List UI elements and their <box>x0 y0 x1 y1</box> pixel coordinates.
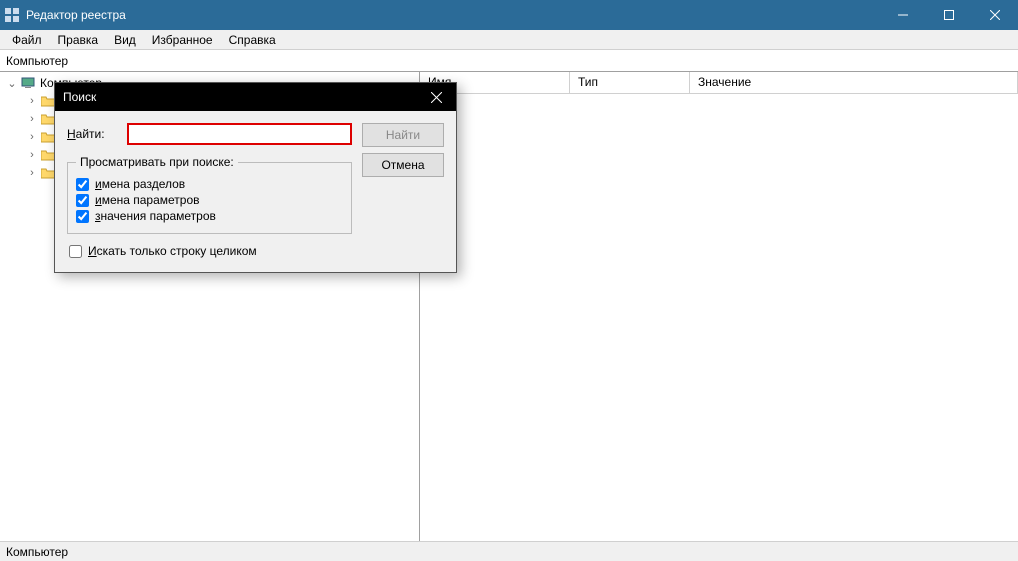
dialog-close-button[interactable] <box>416 83 456 111</box>
chk-whole-string[interactable] <box>69 245 82 258</box>
status-bar: Компьютер <box>0 541 1018 561</box>
regedit-app-icon <box>4 7 20 23</box>
chevron-right-icon[interactable]: › <box>26 113 38 125</box>
chevron-right-icon[interactable]: › <box>26 167 38 179</box>
find-next-button[interactable]: Найти далее <box>362 123 444 147</box>
window-title: Редактор реестра <box>26 8 880 22</box>
close-button[interactable] <box>972 0 1018 30</box>
chevron-down-icon[interactable]: ⌄ <box>6 77 18 90</box>
lookat-legend: Просматривать при поиске: <box>76 155 238 169</box>
chevron-right-icon[interactable]: › <box>26 95 38 107</box>
list-header: Имя Тип Значение <box>420 72 1018 94</box>
chk-whole-label: Искать только строку целиком <box>88 244 257 258</box>
address-bar[interactable]: Компьютер <box>0 50 1018 72</box>
find-label: Найти: <box>67 127 127 141</box>
chevron-right-icon[interactable]: › <box>26 149 38 161</box>
cancel-button[interactable]: Отмена <box>362 153 444 177</box>
minimize-button[interactable] <box>880 0 926 30</box>
dialog-title-bar[interactable]: Поиск <box>55 83 456 111</box>
list-pane[interactable]: Имя Тип Значение <box>420 72 1018 541</box>
find-input[interactable] <box>127 123 352 145</box>
menu-bar: Файл Правка Вид Избранное Справка <box>0 30 1018 50</box>
col-header-type[interactable]: Тип <box>570 72 690 93</box>
address-text: Компьютер <box>6 54 68 68</box>
status-text: Компьютер <box>6 545 68 559</box>
window-title-bar: Редактор реестра <box>0 0 1018 30</box>
chk-keys-label: имена разделов <box>95 177 185 191</box>
dialog-title: Поиск <box>63 90 416 104</box>
menu-help[interactable]: Справка <box>221 31 284 49</box>
chk-values-label: имена параметров <box>95 193 200 207</box>
dialog-body: Найти: Просматривать при поиске: имена р… <box>55 111 456 272</box>
chk-keys[interactable] <box>76 178 89 191</box>
col-header-value[interactable]: Значение <box>690 72 1018 93</box>
computer-icon <box>20 75 36 91</box>
chk-values[interactable] <box>76 194 89 207</box>
menu-view[interactable]: Вид <box>106 31 144 49</box>
chk-data[interactable] <box>76 210 89 223</box>
menu-favorites[interactable]: Избранное <box>144 31 221 49</box>
chk-data-label: значения параметров <box>95 209 216 223</box>
lookat-group: Просматривать при поиске: имена разделов… <box>67 155 352 234</box>
find-dialog: Поиск Найти: Просматривать при поиске: и… <box>54 82 457 273</box>
window-controls <box>880 0 1018 30</box>
maximize-button[interactable] <box>926 0 972 30</box>
menu-edit[interactable]: Правка <box>50 31 107 49</box>
menu-file[interactable]: Файл <box>4 31 50 49</box>
chevron-right-icon[interactable]: › <box>26 131 38 143</box>
